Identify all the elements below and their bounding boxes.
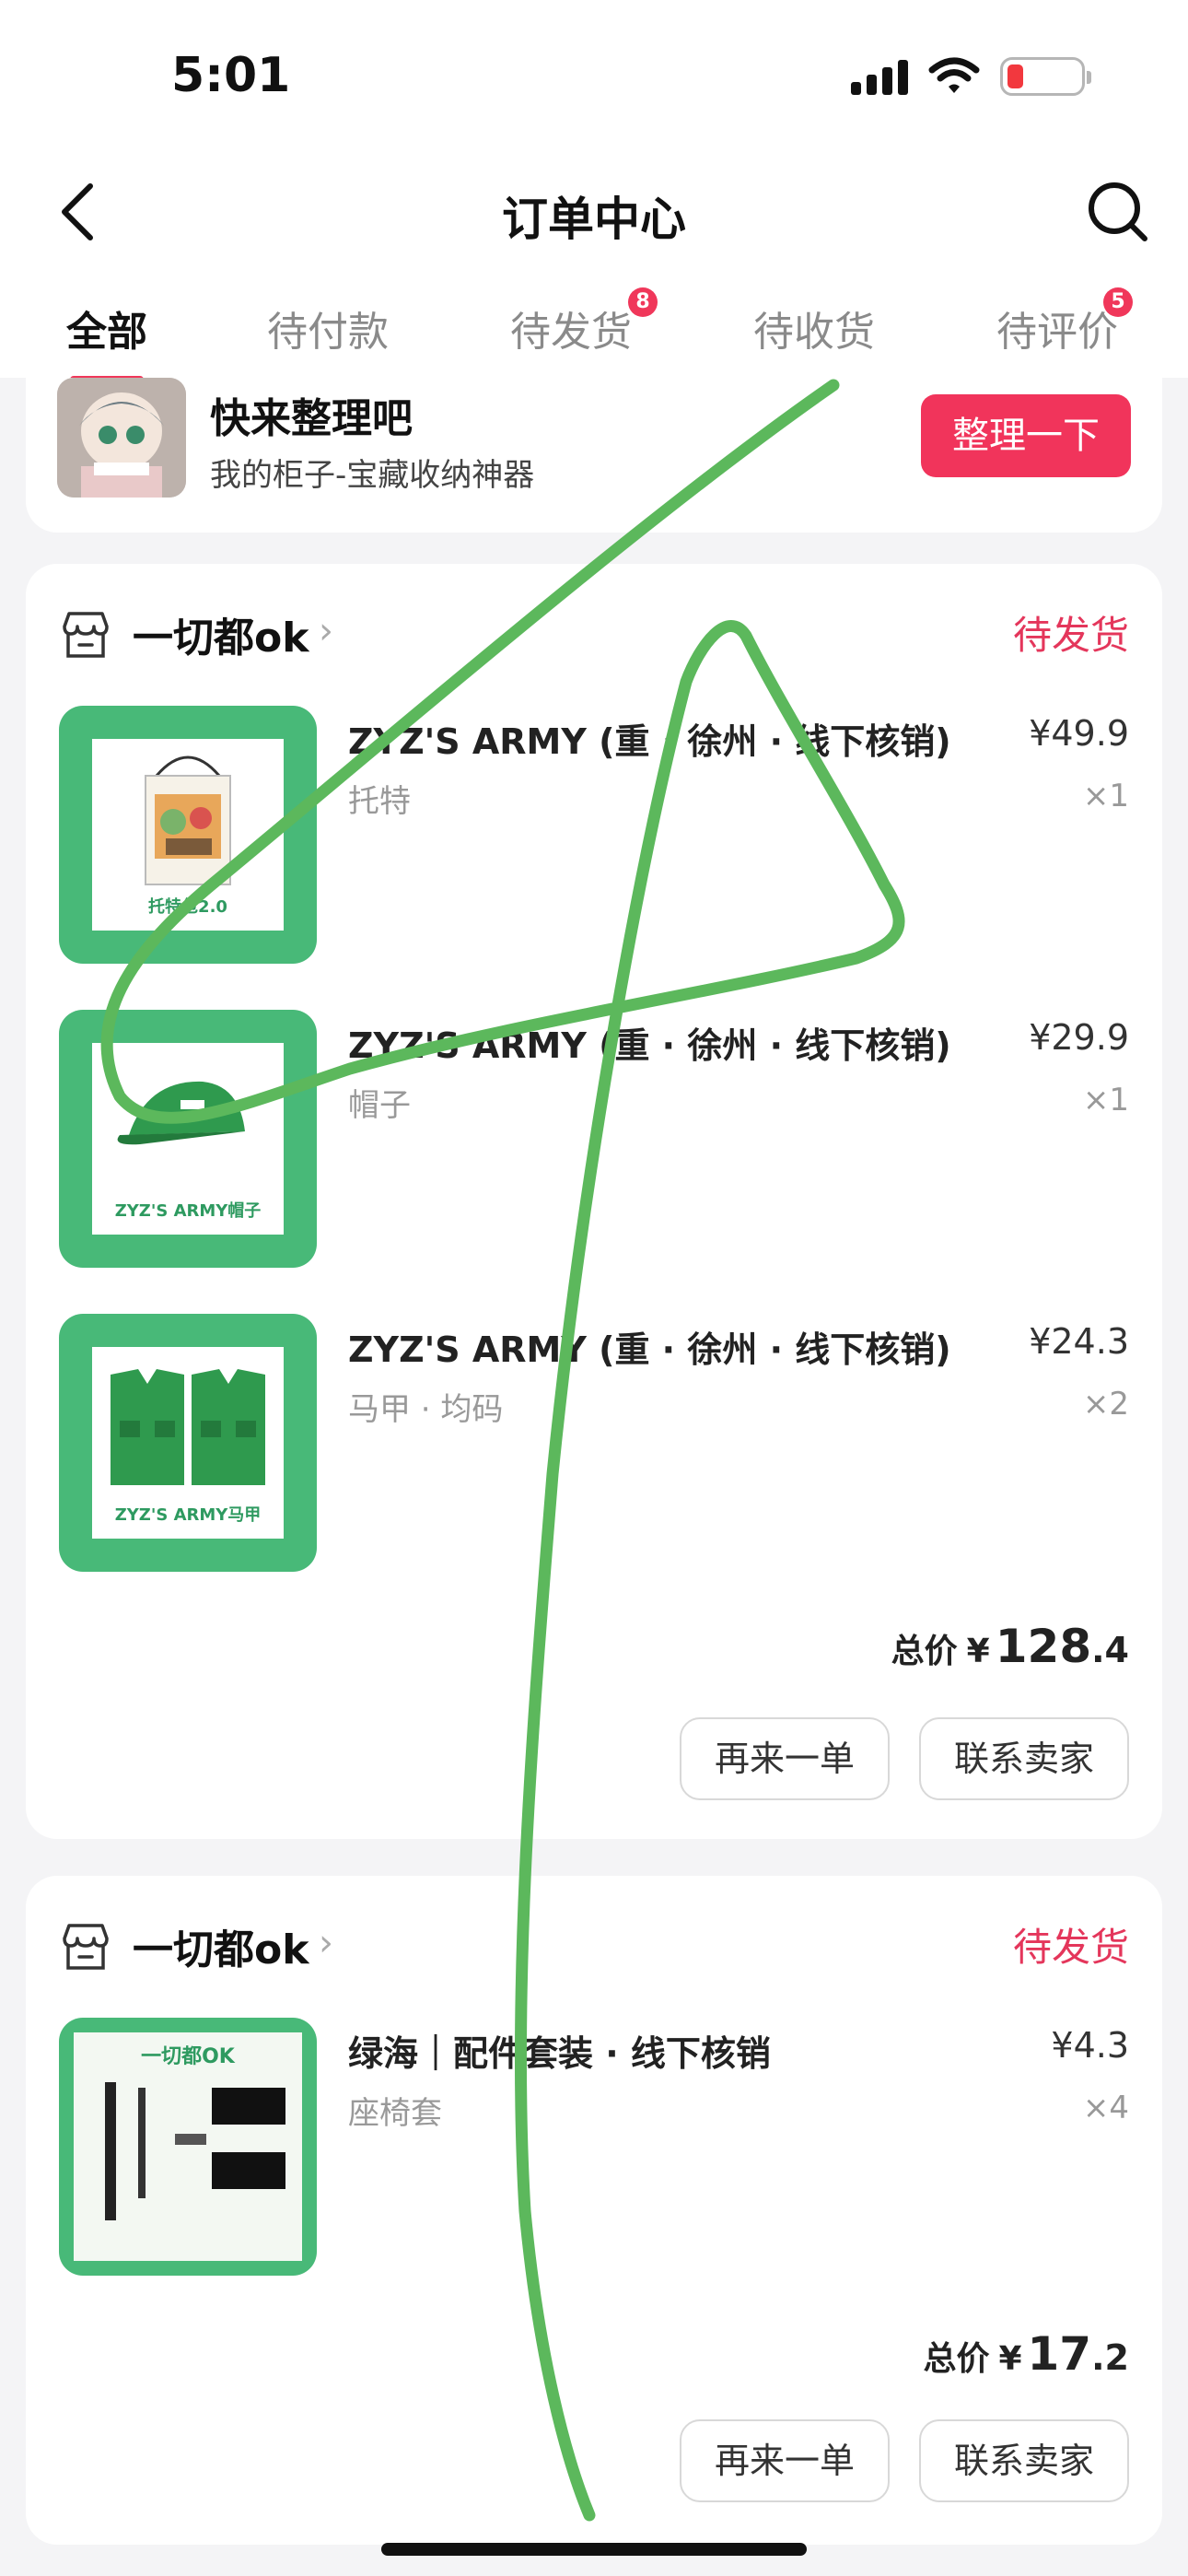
item-spec: 帽子 xyxy=(348,1087,411,1124)
cellular-signal-icon xyxy=(851,58,908,95)
reorder-button[interactable]: 再来一单 xyxy=(680,1717,890,1800)
battery-icon xyxy=(1000,57,1091,96)
item-title: ZYZ'S ARMY (重 · 徐州 · 线下核销) xyxy=(348,721,951,762)
product-image-caption: ZYZ'S ARMY马甲 xyxy=(114,1505,262,1525)
product-image-caption: 托特包2.0 xyxy=(148,897,227,917)
product-image-caption: 一切都OK xyxy=(141,2045,235,2068)
item-title: ZYZ'S ARMY (重 · 徐州 · 线下核销) xyxy=(348,1329,951,1370)
product-image: 一切都OK xyxy=(59,2018,317,2276)
search-button[interactable] xyxy=(1083,177,1153,247)
order-total: 总价 ¥17.2 xyxy=(923,2327,1129,2381)
order-card: 一切都ok › 待发货 一切都OK 绿海｜配件套装 · 线下核销 座椅套 ¥4.… xyxy=(26,1876,1162,2545)
status-icons xyxy=(851,57,1091,96)
item-title: ZYZ'S ARMY (重 · 徐州 · 线下核销) xyxy=(348,1025,951,1066)
chevron-right-icon: › xyxy=(319,1922,333,1964)
item-spec: 座椅套 xyxy=(348,2095,442,2132)
item-quantity: ×1 xyxy=(1082,1082,1129,1118)
shop-icon xyxy=(63,1924,109,1970)
tab-pending-receipt[interactable]: 待收货 xyxy=(753,299,875,357)
order-card: 一切都ok › 待发货 托特包2.0 ZYZ'S ARMY (重 · 徐州 · … xyxy=(26,564,1162,1839)
reorder-button[interactable]: 再来一单 xyxy=(680,2419,890,2502)
product-image: ZYZ'S ARMY帽子 xyxy=(59,1010,317,1268)
tab-badge: 5 xyxy=(1103,287,1133,317)
wifi-icon xyxy=(928,57,980,93)
item-price: ¥24.3 xyxy=(1029,1321,1129,1362)
total-decimal: .2 xyxy=(1091,2337,1129,2378)
item-price: ¥29.9 xyxy=(1029,1017,1129,1058)
product-image-caption: ZYZ'S ARMY帽子 xyxy=(114,1201,262,1221)
organize-card: 快来整理吧 我的柜子-宝藏收纳神器 整理一下 xyxy=(26,378,1162,533)
currency-symbol: ¥ xyxy=(998,2340,1022,2378)
order-item[interactable]: 托特包2.0 ZYZ'S ARMY (重 · 徐州 · 线下核销) 托特 ¥49… xyxy=(26,706,1162,964)
page-title: 订单中心 xyxy=(502,193,686,246)
item-title: 绿海｜配件套装 · 线下核销 xyxy=(348,2033,771,2074)
contact-seller-button[interactable]: 联系卖家 xyxy=(919,2419,1129,2502)
shop-name[interactable]: 一切都ok xyxy=(133,1916,309,1975)
order-item[interactable]: ZYZ'S ARMY帽子 ZYZ'S ARMY (重 · 徐州 · 线下核销) … xyxy=(26,1010,1162,1268)
shop-name[interactable]: 一切都ok xyxy=(133,604,309,663)
tab-label: 待评价 xyxy=(996,309,1118,356)
tab-badge: 8 xyxy=(628,287,658,317)
tab-label: 待收货 xyxy=(753,309,875,356)
status-bar: 5:01 xyxy=(0,0,1188,157)
total-integer: 128 xyxy=(995,1620,1092,1673)
shop-icon xyxy=(63,612,109,658)
organize-button[interactable]: 整理一下 xyxy=(921,394,1131,477)
search-icon xyxy=(1089,182,1147,241)
tab-label: 全部 xyxy=(66,309,147,356)
tab-label: 待发货 xyxy=(510,309,632,356)
product-image: ZYZ'S ARMY马甲 xyxy=(59,1314,317,1572)
tab-pending-payment[interactable]: 待付款 xyxy=(267,299,389,357)
total-decimal: .4 xyxy=(1091,1630,1129,1670)
organize-subtitle: 我的柜子-宝藏收纳神器 xyxy=(210,457,535,494)
tab-pending-review[interactable]: 待评价 5 xyxy=(996,287,1133,357)
chevron-right-icon: › xyxy=(319,610,333,652)
tab-all[interactable]: 全部 xyxy=(66,299,147,383)
item-price: ¥4.3 xyxy=(1051,2025,1129,2066)
order-tabs: 全部 待付款 待发货 8 待收货 待评价 5 xyxy=(0,267,1188,383)
tab-label: 待付款 xyxy=(267,309,389,356)
order-status: 待发货 xyxy=(1012,1925,1129,1970)
contact-seller-button[interactable]: 联系卖家 xyxy=(919,1717,1129,1800)
total-integer: 17 xyxy=(1027,2327,1092,2381)
item-spec: 马甲 · 均码 xyxy=(348,1391,504,1428)
nav-bar: 订单中心 xyxy=(0,157,1188,267)
order-item[interactable]: ZYZ'S ARMY马甲 ZYZ'S ARMY (重 · 徐州 · 线下核销) … xyxy=(26,1314,1162,1572)
order-item[interactable]: 一切都OK 绿海｜配件套装 · 线下核销 座椅套 ¥4.3 ×4 xyxy=(26,2018,1162,2276)
order-status: 待发货 xyxy=(1012,613,1129,658)
item-quantity: ×1 xyxy=(1082,778,1129,814)
home-indicator xyxy=(381,2543,807,2556)
item-quantity: ×4 xyxy=(1082,2090,1129,2126)
status-time: 5:01 xyxy=(171,48,291,103)
total-label: 总价 xyxy=(891,1633,958,1670)
product-image: 托特包2.0 xyxy=(59,706,317,964)
organize-title: 快来整理吧 xyxy=(210,395,413,442)
item-price: ¥49.9 xyxy=(1029,713,1129,754)
tab-pending-shipment[interactable]: 待发货 8 xyxy=(510,287,658,357)
item-spec: 托特 xyxy=(348,783,411,820)
order-total: 总价 ¥128.4 xyxy=(891,1620,1129,1673)
item-quantity: ×2 xyxy=(1082,1386,1129,1423)
total-label: 总价 xyxy=(923,2340,990,2378)
doll-thumbnail xyxy=(57,378,186,498)
currency-symbol: ¥ xyxy=(966,1633,990,1670)
